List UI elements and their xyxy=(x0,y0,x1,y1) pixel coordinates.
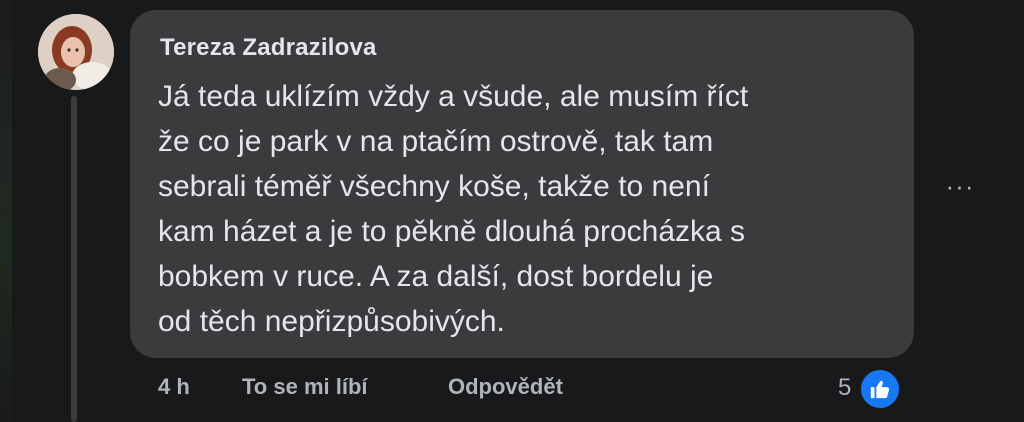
comment-actions: 4 h To se mi líbí Odpovědět 5 xyxy=(0,367,1024,411)
reaction-count[interactable]: 5 xyxy=(838,374,851,402)
comment-bubble: Tereza Zadrazilova Já teda uklízím vždy … xyxy=(130,10,914,358)
avatar[interactable] xyxy=(38,14,114,90)
comment-line: Já teda uklízím vždy a všude, ale musím … xyxy=(158,80,749,113)
comment-line: sebrali téměř všechny koše, takže to nen… xyxy=(158,170,710,203)
like-button[interactable]: To se mi líbí xyxy=(242,374,368,400)
reply-button[interactable]: Odpovědět xyxy=(448,374,563,400)
background-edge xyxy=(0,0,12,422)
comment-line: kam házet a je to pěkně dlouhá procházka… xyxy=(158,215,746,248)
comment-author[interactable]: Tereza Zadrazilova xyxy=(160,34,377,62)
comment-text: Já teda uklízím vždy a všude, ale musím … xyxy=(158,74,893,344)
comment-line: od těch nepřizpůsobivých. xyxy=(158,305,505,338)
ellipsis-icon[interactable]: ··· xyxy=(942,172,978,200)
thumbs-up-icon[interactable] xyxy=(858,367,902,411)
timestamp[interactable]: 4 h xyxy=(158,374,190,400)
thumbs-up-glyph-icon xyxy=(870,380,890,399)
comment-line: že co je park v na ptačím ostrově, tak t… xyxy=(158,125,714,158)
avatar-photo-icon xyxy=(38,14,114,90)
comment-line: bobkem v ruce. A za další, dost bordelu … xyxy=(158,260,714,293)
